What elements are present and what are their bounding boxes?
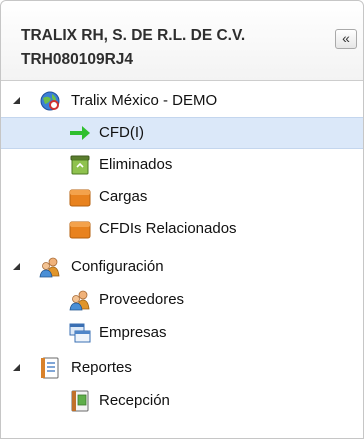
navigation-panel: TRALIX RH, S. DE R.L. DE C.V. TRH080109R… [0, 0, 364, 439]
tree-node-label: Proveedores [99, 291, 185, 308]
tree-node-recepcion[interactable]: Recepción [1, 385, 363, 417]
tree-node-cfdis-relacionados[interactable]: CFDIs Relacionados [1, 213, 363, 245]
panel-header: TRALIX RH, S. DE R.L. DE C.V. TRH080109R… [1, 1, 363, 81]
tree-node-label: Eliminados [99, 156, 173, 173]
company-rfc: TRH080109RJ4 [21, 51, 134, 68]
report-icon [41, 357, 59, 379]
arrow-right-icon [70, 126, 90, 140]
tree-node-empresas[interactable]: Empresas [1, 317, 363, 349]
tree-node-cargas[interactable]: Cargas [1, 181, 363, 213]
company-name: TRALIX RH, S. DE R.L. DE C.V. [21, 27, 246, 44]
tree-node-label: CFDIs Relacionados [99, 220, 237, 237]
tree-node-label: Cargas [99, 188, 148, 205]
tree-node-configuracion[interactable]: Configuración [1, 251, 363, 283]
expand-arrow-icon[interactable] [13, 97, 20, 104]
users-icon [39, 257, 60, 278]
tree-node-proveedores[interactable]: Proveedores [1, 284, 363, 316]
report-book-icon [71, 390, 89, 412]
tree-node-cfdi[interactable]: CFD(I) [1, 117, 363, 149]
tree-node-reportes[interactable]: Reportes [1, 352, 363, 384]
users-icon [69, 290, 90, 311]
tree-node-label: Recepción [99, 392, 170, 409]
tree-node-label: Configuración [71, 258, 164, 275]
globe-icon [40, 91, 60, 111]
tree-node-label: CFD(I) [99, 124, 144, 141]
tree-node-label: Reportes [71, 359, 132, 376]
folder-icon [69, 221, 91, 239]
tree-node-eliminados[interactable]: Eliminados [1, 149, 363, 181]
expand-arrow-icon[interactable] [13, 263, 20, 270]
tree-node-label: Empresas [99, 324, 167, 341]
collapse-panel-button[interactable]: « [335, 29, 357, 49]
tree-node-tralix-mexico[interactable]: Tralix México - DEMO [1, 85, 363, 117]
tree-node-label: Tralix México - DEMO [71, 92, 218, 109]
expand-arrow-icon[interactable] [13, 364, 20, 371]
recycle-bin-icon [70, 155, 90, 175]
windows-icon [69, 323, 91, 343]
folder-icon [69, 189, 91, 207]
